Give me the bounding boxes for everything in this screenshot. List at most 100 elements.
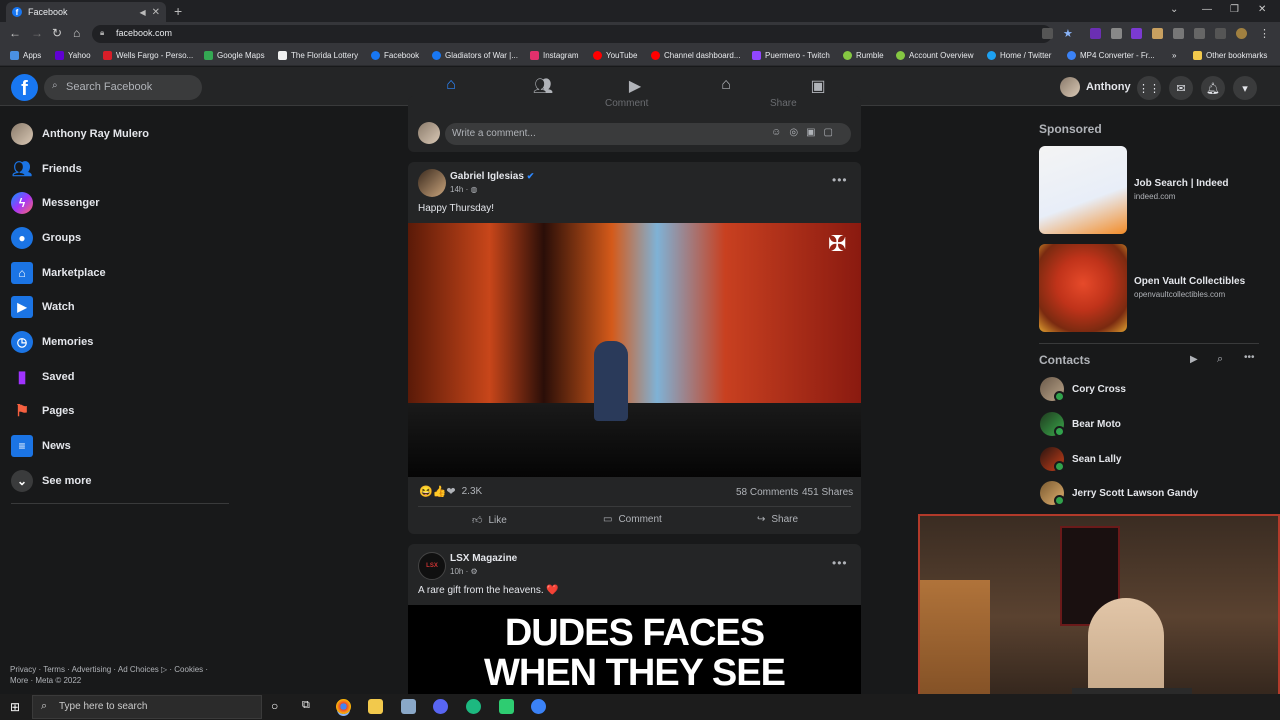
reactions-summary[interactable]: 😆👍❤ 2.3K <box>419 485 482 498</box>
sidebar-item-memories[interactable]: ◷ Memories <box>11 331 93 353</box>
sidebar-item-marketplace[interactable]: ⌂ Marketplace <box>11 262 106 284</box>
contacts-options-icon[interactable]: ••• <box>1244 352 1255 363</box>
app-taskbar-icon[interactable] <box>531 699 546 714</box>
comment-button[interactable]: ▭ Comment <box>603 514 662 525</box>
sidebar-item-profile[interactable]: Anthony Ray Mulero <box>11 123 149 145</box>
ad-image-indeed[interactable] <box>1039 146 1127 234</box>
menu-grid-icon[interactable]: ⋮⋮ <box>1137 76 1161 100</box>
bookmark-account-overview[interactable]: Account Overview <box>896 51 973 60</box>
ad-indeed[interactable]: Job Search | Indeed indeed.com <box>1134 178 1229 201</box>
post-timestamp[interactable]: 10h · ⚙ <box>450 567 478 576</box>
yahoo-extension-icon[interactable] <box>1090 28 1101 39</box>
comment-input[interactable]: Write a comment... ☺◎▣▢ <box>445 123 851 145</box>
post-video[interactable]: ✠ <box>408 223 861 477</box>
bookmarks-overflow-icon[interactable]: » <box>1172 51 1176 60</box>
post-timestamp[interactable]: 14h · ◍ <box>450 185 477 194</box>
sidebar-item-watch[interactable]: ▶ Watch <box>11 296 75 318</box>
profile-chip[interactable]: Anthony <box>1060 77 1131 97</box>
ad-open-vault[interactable]: Open Vault Collectibles openvaultcollect… <box>1134 276 1245 299</box>
app-taskbar-icon[interactable] <box>401 699 416 714</box>
bookmark-instagram[interactable]: Instagram <box>530 51 579 60</box>
sidebar-item-saved[interactable]: ▮ Saved <box>11 366 75 388</box>
sidebar-item-groups[interactable]: ● Groups <box>11 227 81 249</box>
home-icon[interactable]: ⌂ <box>73 26 80 40</box>
cortana-icon[interactable]: ○ <box>271 699 278 713</box>
facebook-logo-icon[interactable]: f <box>11 74 38 101</box>
marketplace-tab-icon[interactable]: ⌂ <box>711 76 741 98</box>
post-image[interactable]: DUDES FACES WHEN THEY SEE <box>408 605 861 694</box>
tab-search-icon[interactable]: ⌄ <box>1170 4 1178 15</box>
bookmark-channel-dashboard[interactable]: Channel dashboard... <box>651 51 741 60</box>
reload-icon[interactable]: ↻ <box>52 26 62 40</box>
bookmark-mp4-converter[interactable]: MP4 Converter - Fr... <box>1067 51 1155 60</box>
gaming-tab-icon[interactable]: ▣ <box>803 76 833 98</box>
app-taskbar-icon[interactable] <box>466 699 481 714</box>
comments-count[interactable]: 58 Comments <box>736 487 798 498</box>
friends-tab-icon[interactable]: 👥︎ <box>528 76 558 98</box>
contact-item[interactable]: Sean Lally <box>1040 447 1121 472</box>
search-contacts-icon[interactable]: ⌕ <box>1217 353 1223 366</box>
new-tab-button[interactable]: + <box>174 3 182 19</box>
tab-facebook[interactable]: f Facebook ◀ ✕ <box>6 2 166 22</box>
menu-dots-icon[interactable]: ⋮ <box>1259 27 1270 40</box>
close-tab-icon[interactable]: ✕ <box>152 7 160 18</box>
extension-icon[interactable] <box>1111 28 1122 39</box>
windows-start-icon[interactable]: ⊞ <box>10 700 20 714</box>
contact-item[interactable]: Bear Moto <box>1040 412 1121 437</box>
extensions-puzzle-icon[interactable] <box>1173 28 1184 39</box>
avatar[interactable]: LSX <box>418 552 446 580</box>
sidebar-item-see-more[interactable]: ⌄ See more <box>11 470 92 492</box>
forward-icon[interactable]: → <box>31 26 43 40</box>
bookmark-google-maps[interactable]: Google Maps <box>204 51 265 60</box>
extension-icon[interactable] <box>1131 28 1142 39</box>
bookmark-apps[interactable]: Apps <box>10 51 41 60</box>
maximize-button[interactable]: ❐ <box>1230 4 1239 15</box>
share-button[interactable]: Share <box>770 98 797 109</box>
avatar[interactable] <box>418 169 446 197</box>
reading-list-icon[interactable] <box>1194 28 1205 39</box>
sidebar-item-friends[interactable]: 👥︎ Friends <box>11 158 82 180</box>
sidebar-item-pages[interactable]: ⚑ Pages <box>11 400 75 422</box>
file-explorer-icon[interactable] <box>368 699 383 714</box>
minimize-button[interactable]: — <box>1202 4 1212 15</box>
bookmark-florida-lottery[interactable]: The Florida Lottery <box>278 51 358 60</box>
extension-icon[interactable] <box>1152 28 1163 39</box>
bookmark-wells-fargo[interactable]: Wells Fargo - Perso... <box>103 51 193 60</box>
footer-links[interactable]: Privacy · Terms · Advertising · Ad Choic… <box>10 664 235 686</box>
bookmark-star-icon[interactable]: ★ <box>1063 27 1074 40</box>
speaker-icon[interactable]: ◀ <box>139 8 145 17</box>
messenger-icon[interactable]: ✉ <box>1169 76 1193 100</box>
sidebar-item-messenger[interactable]: ϟ Messenger <box>11 192 99 214</box>
bookmark-twitter[interactable]: Home / Twitter <box>987 51 1051 60</box>
discord-icon[interactable] <box>433 699 448 714</box>
app-taskbar-icon[interactable] <box>499 699 514 714</box>
shares-count[interactable]: 451 Shares <box>802 487 853 498</box>
home-tab-icon[interactable]: ⌂ <box>436 76 466 98</box>
account-chevron-icon[interactable]: ▾ <box>1233 76 1257 100</box>
footer-line[interactable]: Privacy · Terms · Advertising · Ad Choic… <box>10 664 235 675</box>
taskbar-search-input[interactable]: ⌕ Type here to search <box>32 695 262 719</box>
contact-item[interactable]: Jerry Scott Lawson Gandy <box>1040 481 1198 506</box>
more-options-icon[interactable]: ••• <box>832 556 848 570</box>
bookmark-youtube[interactable]: YouTube <box>593 51 637 60</box>
share-icon[interactable] <box>1042 28 1053 39</box>
bookmark-facebook[interactable]: Facebook <box>371 51 419 60</box>
post-author[interactable]: Gabriel Iglesias ✔ <box>450 171 534 182</box>
address-bar[interactable]: 🔒︎ facebook.com <box>92 25 1052 43</box>
bookmark-twitch[interactable]: Puermero - Twitch <box>752 51 830 60</box>
task-view-icon[interactable]: ⧉ <box>302 699 310 712</box>
bookmark-yahoo[interactable]: Yahoo <box>55 51 91 60</box>
watch-tab-icon[interactable]: ▶ <box>620 76 650 98</box>
sidebar-item-news[interactable]: ≡ News <box>11 435 71 457</box>
chrome-taskbar-icon[interactable] <box>336 699 351 714</box>
footer-line[interactable]: More · Meta © 2022 <box>10 675 235 686</box>
close-window-button[interactable]: ✕ <box>1258 4 1266 15</box>
side-panel-icon[interactable] <box>1215 28 1226 39</box>
contact-item[interactable]: Cory Cross <box>1040 377 1126 402</box>
back-icon[interactable]: ← <box>9 26 21 40</box>
new-room-video-icon[interactable]: ▶ <box>1190 354 1198 365</box>
post-author[interactable]: LSX Magazine <box>450 553 517 564</box>
notifications-bell-icon[interactable]: 🔔︎ <box>1201 76 1225 100</box>
profile-avatar[interactable] <box>1236 28 1247 39</box>
comment-tools-icons[interactable]: ☺◎▣▢ <box>771 127 841 138</box>
